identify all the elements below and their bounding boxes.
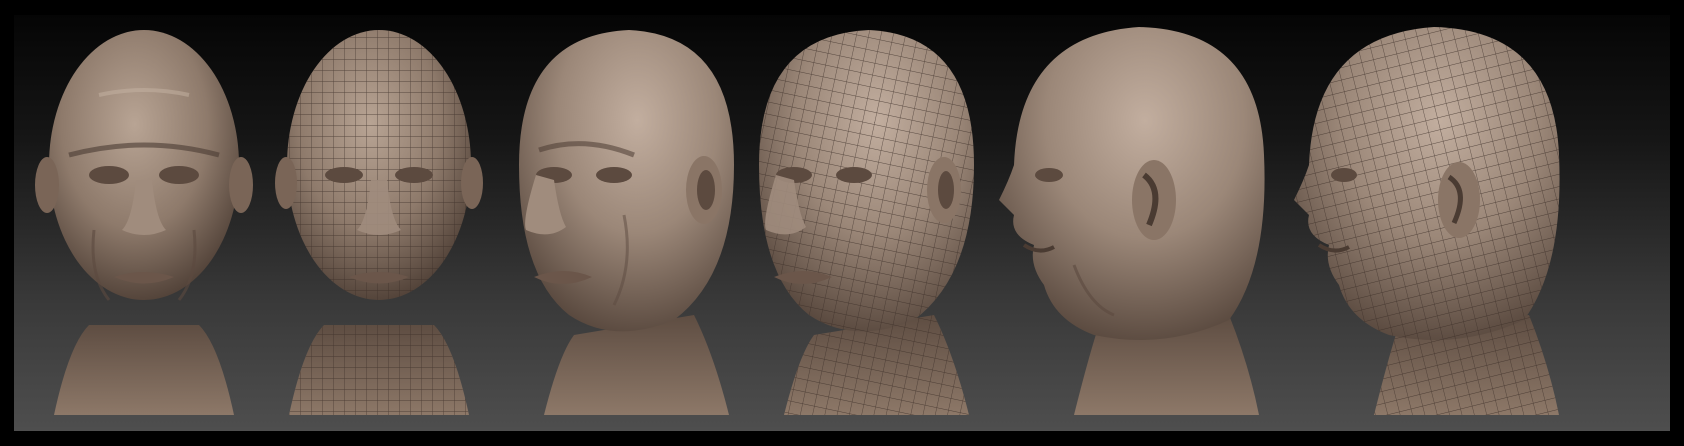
heads-render [35, 27, 1560, 415]
head-front-wire [275, 30, 483, 415]
render-canvas [14, 15, 1670, 431]
head-front-sculpt [35, 30, 253, 415]
head-profile-sculpt [999, 27, 1265, 415]
head-three-quarter-wire [759, 30, 974, 415]
render-frame [0, 0, 1684, 446]
head-three-quarter-sculpt [519, 30, 734, 415]
head-profile-wire [1294, 27, 1560, 415]
